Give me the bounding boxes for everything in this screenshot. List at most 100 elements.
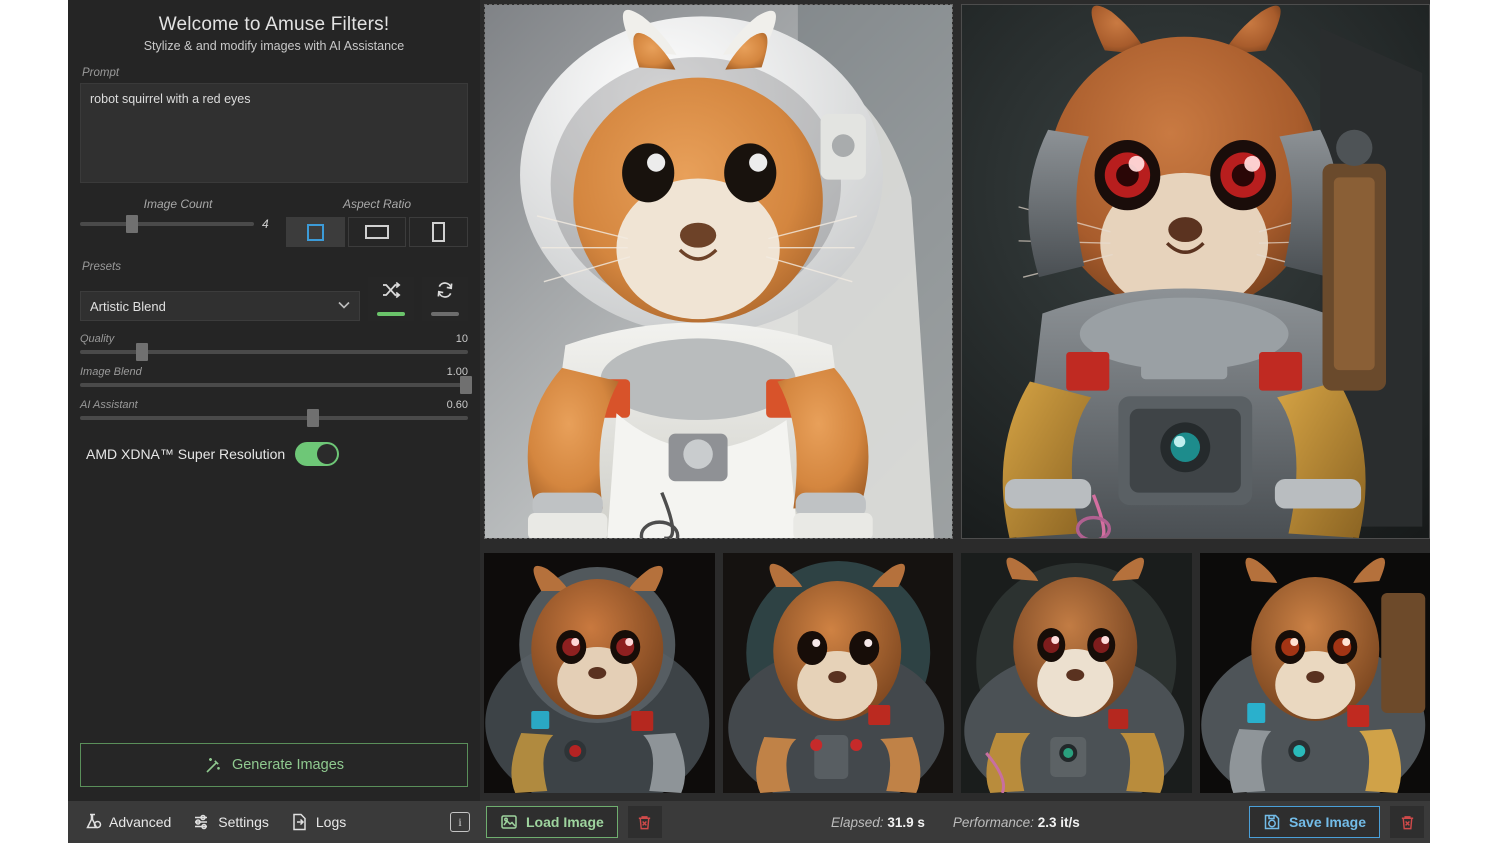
ai-assistant-value: 0.60 <box>446 399 468 411</box>
elapsed-value: 31.9 s <box>887 814 925 830</box>
main-body: Welcome to Amuse Filters! Stylize & and … <box>68 0 1430 801</box>
document-arrow-icon <box>293 813 306 831</box>
square-icon <box>306 223 324 241</box>
status-stats: Elapsed: 31.9 s Performance: 2.3 it/s <box>831 815 1080 830</box>
aspect-ratio-portrait-button[interactable] <box>409 217 469 247</box>
image-blend-slider-thumb[interactable] <box>460 376 473 394</box>
quality-slider-thumb[interactable] <box>136 343 149 361</box>
image-count-value: 4 <box>262 217 269 231</box>
chevron-down-icon <box>338 301 350 312</box>
ai-assistant-slider-thumb[interactable] <box>306 409 319 427</box>
thumbnail-4[interactable] <box>1199 553 1430 793</box>
flask-gear-icon <box>86 813 102 829</box>
image-count-slider[interactable] <box>80 215 254 233</box>
image-folder-icon <box>501 815 517 829</box>
logs-label: Logs <box>315 814 347 830</box>
image-blend-label: Image Blend <box>80 366 142 378</box>
prompt-label: Prompt <box>82 67 120 79</box>
thumbnail-strip <box>484 553 1430 793</box>
main-image-row <box>484 4 1430 539</box>
performance-key: Performance: <box>952 814 1034 830</box>
prompt-input[interactable] <box>80 83 468 183</box>
trash-icon <box>1401 815 1413 829</box>
quality-slider-group: Quality 10 <box>80 333 468 361</box>
count-aspect-row: Image Count 4 Aspect Ratio <box>80 197 469 247</box>
page-title: Welcome to Amuse Filters! <box>158 14 390 35</box>
portrait-icon <box>432 222 446 242</box>
landscape-icon <box>365 225 389 239</box>
quality-label: Quality <box>80 333 115 345</box>
performance-stat: Performance: 2.3 it/s <box>953 815 1080 830</box>
info-glyph: i <box>458 814 462 829</box>
ai-assistant-label: AI Assistant <box>80 399 138 411</box>
load-image-label: Load Image <box>526 814 604 830</box>
super-resolution-row: AMD XDNA™ Super Resolution <box>80 442 468 466</box>
quality-slider[interactable] <box>80 343 468 361</box>
result-image-1-art <box>485 5 952 538</box>
quality-value: 10 <box>455 333 468 345</box>
aspect-ratio-landscape-button[interactable] <box>347 217 407 247</box>
shuffle-icon <box>383 281 401 299</box>
sliders-icon <box>195 814 208 830</box>
bottom-left-group: Advanced Settings Logs i <box>74 812 486 832</box>
presets-label: Presets <box>82 261 121 273</box>
floppy-save-icon <box>1264 814 1280 830</box>
thumbnail-3[interactable] <box>961 553 1192 793</box>
refresh-active-indicator <box>431 312 459 316</box>
result-image-2-art <box>962 5 1429 538</box>
aspect-ratio-label: Aspect Ratio <box>342 197 412 211</box>
image-count-label: Image Count <box>143 197 213 211</box>
image-canvas <box>480 0 1430 801</box>
refresh-presets-button[interactable] <box>422 277 468 321</box>
save-image-button[interactable]: Save Image <box>1248 806 1380 838</box>
aspect-ratio-square-button[interactable] <box>286 217 345 247</box>
image-blend-slider-group: Image Blend 1.00 <box>80 366 473 394</box>
ai-assistant-slider-group: AI Assistant 0.60 <box>80 399 468 427</box>
super-resolution-toggle[interactable] <box>295 442 340 466</box>
thumbnail-1-art <box>484 553 715 793</box>
image-count-slider-thumb[interactable] <box>126 215 139 233</box>
refresh-icon <box>437 282 453 298</box>
page-subtitle: Stylize & and modify images with AI Assi… <box>143 39 405 53</box>
welcome-header: Welcome to Amuse Filters! Stylize & and … <box>80 0 468 53</box>
load-image-button[interactable]: Load Image <box>486 806 618 838</box>
thumbnail-2[interactable] <box>722 553 953 793</box>
advanced-label: Advanced <box>109 814 172 830</box>
image-blend-slider[interactable] <box>80 376 473 394</box>
toggle-knob <box>317 444 338 464</box>
shuffle-active-indicator <box>377 312 405 316</box>
settings-label: Settings <box>218 814 269 830</box>
amuse-filters-window: Welcome to Amuse Filters! Stylize & and … <box>68 0 1430 843</box>
result-image-2[interactable] <box>961 4 1430 539</box>
logs-button[interactable]: Logs <box>291 813 346 831</box>
result-image-1[interactable] <box>484 4 953 539</box>
trash-icon <box>639 815 651 829</box>
elapsed-key: Elapsed: <box>831 814 884 830</box>
magic-wand-icon <box>206 757 220 773</box>
thumbnail-3-art <box>961 553 1192 793</box>
info-icon[interactable]: i <box>450 812 470 832</box>
performance-value: 2.3 it/s <box>1037 814 1080 830</box>
bottom-toolbar: Advanced Settings Logs i Load Image Elap… <box>68 801 1430 843</box>
aspect-ratio-group: Aspect Ratio <box>286 197 469 247</box>
presets-selected-value: Artistic Blend <box>90 298 166 314</box>
ai-assistant-slider[interactable] <box>80 409 468 427</box>
generate-images-label: Generate Images <box>231 757 345 773</box>
sidebar: Welcome to Amuse Filters! Stylize & and … <box>68 0 480 801</box>
shuffle-presets-button[interactable] <box>368 277 414 321</box>
clear-output-button[interactable] <box>1390 806 1424 838</box>
super-resolution-label: AMD XDNA™ Super Resolution <box>86 446 286 462</box>
thumbnail-2-art <box>722 553 953 793</box>
generate-images-button[interactable]: Generate Images <box>80 743 468 787</box>
elapsed-stat: Elapsed: 31.9 s <box>831 815 925 830</box>
image-count-group: Image Count 4 <box>80 197 276 247</box>
presets-row: Artistic Blend <box>80 277 468 321</box>
save-image-label: Save Image <box>1288 814 1366 830</box>
advanced-button[interactable]: Advanced <box>84 813 171 831</box>
thumbnail-1[interactable] <box>484 553 715 793</box>
thumbnail-4-art <box>1199 553 1430 793</box>
settings-button[interactable]: Settings <box>193 813 269 831</box>
presets-select[interactable]: Artistic Blend <box>80 291 360 321</box>
clear-input-button[interactable] <box>627 806 662 838</box>
